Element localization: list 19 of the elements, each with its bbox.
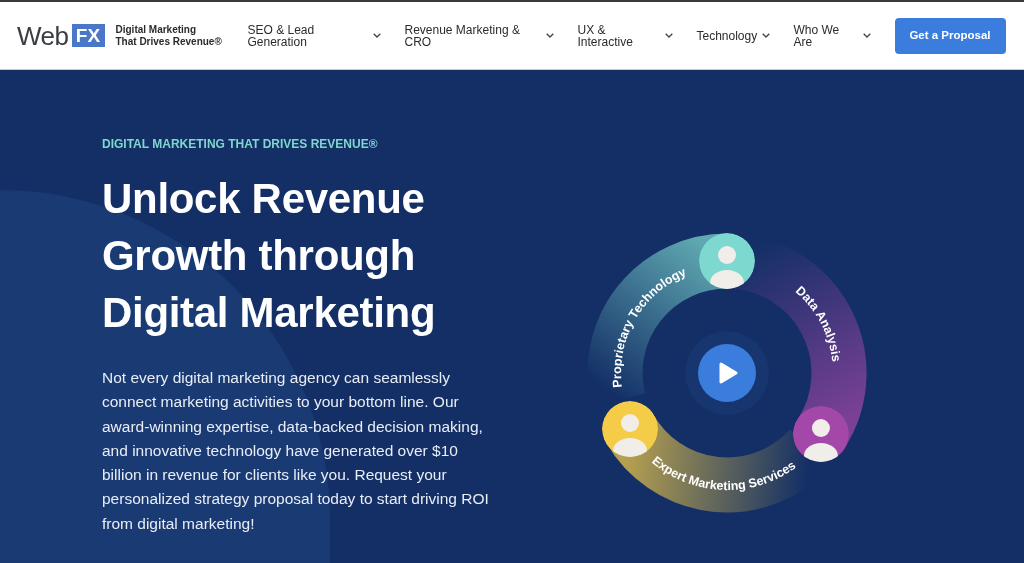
nav-menu-item[interactable]: SEO & Lead Generation <box>247 23 381 48</box>
play-icon <box>719 362 738 384</box>
nav-menu-item[interactable]: Who We Are <box>793 23 871 48</box>
chevron-down-icon <box>664 33 673 38</box>
hero-description: Not every digital marketing agency can seamlessly connect marketing activities to your bottom line. Our award-winning expertise, data-backed decision making, and innovative technology have generated over $10 billion in revenue for clients like you. Request your personalized strategy proposal today to start driving ROI from digital marketing! <box>102 368 490 534</box>
chevron-down-icon <box>545 33 554 38</box>
logo-badge: FX <box>71 24 105 47</box>
play-button[interactable] <box>698 344 756 402</box>
chevron-down-icon <box>862 33 871 38</box>
get-proposal-button[interactable]: Get a Proposal <box>894 17 1006 54</box>
nav-menu-item[interactable]: Technology <box>696 29 770 42</box>
hero-headline: Unlock Revenue Growth through Digital Marketing <box>102 174 437 338</box>
logo-tagline: Digital Marketing That Drives Revenue® <box>115 23 223 48</box>
logo-wordmark: Web <box>17 22 69 49</box>
eyebrow-text: DIGITAL MARKETING THAT DRIVES REVENUE® <box>102 136 379 152</box>
chevron-down-icon <box>761 33 770 38</box>
nav-menu-item[interactable]: Revenue Marketing & CRO <box>404 23 554 48</box>
chevron-down-icon <box>372 33 381 38</box>
nav-menu-item[interactable]: UX & Interactive <box>577 23 673 48</box>
